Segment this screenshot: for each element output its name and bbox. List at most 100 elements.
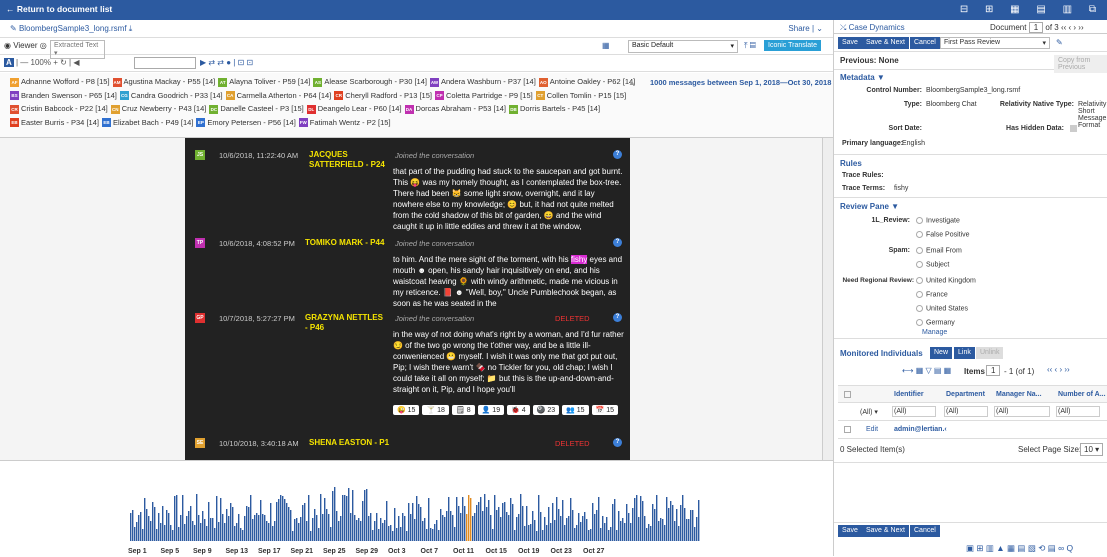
timeline-bar[interactable] [176, 495, 178, 541]
timeline-bar[interactable] [602, 516, 604, 541]
timeline-bar[interactable] [192, 521, 194, 541]
timeline-bar[interactable] [334, 487, 336, 541]
timeline-bar[interactable] [544, 517, 546, 541]
participant-chip[interactable]: AF Adnanne Wofford - P8 [15] [10, 77, 110, 87]
timeline-bar[interactable] [610, 527, 612, 541]
timeline-bar[interactable] [312, 518, 314, 541]
unlink-button[interactable]: Unlink [976, 347, 1004, 359]
timeline-bar[interactable] [132, 510, 134, 541]
timeline-bar[interactable] [522, 506, 524, 541]
return-link[interactable]: ← Return to document list [6, 4, 112, 14]
timeline[interactable]: Sep 1 Sep 5 Sep 9 Sep 13 Sep 17 Sep 21 Sep 25 S… [0, 460, 833, 556]
edit-link[interactable]: Edit [866, 426, 878, 433]
timeline-bar[interactable] [454, 527, 456, 541]
timeline-bar[interactable] [206, 526, 208, 541]
timeline-bar[interactable] [384, 520, 386, 541]
timeline-bar[interactable] [148, 516, 150, 541]
timeline-bar[interactable] [160, 523, 162, 541]
timeline-bar[interactable] [564, 525, 566, 541]
timeline-bar[interactable] [208, 502, 210, 541]
timeline-bar[interactable] [684, 508, 686, 541]
timeline-bar[interactable] [162, 506, 164, 541]
timeline-bar[interactable] [530, 524, 532, 541]
row-checkbox[interactable] [844, 426, 851, 433]
timeline-bar[interactable] [240, 528, 242, 541]
timeline-bar[interactable] [150, 521, 152, 541]
timeline-bar[interactable] [570, 498, 572, 541]
timeline-bar[interactable] [674, 521, 676, 541]
timeline-bar[interactable] [276, 502, 278, 541]
timeline-bar[interactable] [246, 506, 248, 541]
timeline-bar[interactable] [608, 530, 610, 541]
timeline-bar[interactable] [326, 509, 328, 541]
timeline-bar[interactable] [382, 523, 384, 541]
timeline-bar[interactable] [478, 502, 480, 541]
timeline-bar[interactable] [630, 523, 632, 541]
chat-scrollbar[interactable] [822, 138, 833, 460]
timeline-bar[interactable] [690, 510, 692, 541]
timeline-bar[interactable] [494, 495, 496, 541]
timeline-bar[interactable] [182, 495, 184, 541]
zoom-tools[interactable]: A | — 100% + ↻ | ◀ [4, 58, 80, 67]
participant-chip[interactable]: CA Carmella Atherton - P64 [14] [225, 91, 331, 101]
timeline-bar[interactable] [644, 516, 646, 541]
participant-chip[interactable]: DA Dorcas Abraham - P53 [14] [404, 104, 506, 114]
timeline-bar[interactable] [594, 514, 596, 541]
timeline-bar[interactable] [340, 516, 342, 541]
col-number[interactable]: Number of A... [1058, 391, 1106, 398]
timeline-bar[interactable] [440, 509, 442, 541]
timeline-bar[interactable] [200, 523, 202, 541]
participant-chip[interactable]: DB Dorris Bartels - P45 [14] [509, 104, 600, 114]
timeline-bar[interactable] [258, 515, 260, 541]
timeline-bar[interactable] [554, 520, 556, 541]
timeline-bar[interactable] [678, 526, 680, 541]
timeline-bar[interactable] [308, 495, 310, 541]
timeline-bar[interactable] [310, 531, 312, 541]
timeline-bar[interactable] [404, 516, 406, 541]
participant-chip[interactable]: AO Antoine Oakley - P62 [14] [538, 77, 635, 87]
timeline-bar[interactable] [394, 508, 396, 541]
radio-investigate[interactable]: Investigate [916, 217, 960, 224]
timeline-bar[interactable] [296, 518, 298, 541]
timeline-bar[interactable] [344, 495, 346, 541]
timeline-bar[interactable] [560, 516, 562, 541]
timeline-bar[interactable] [540, 512, 542, 541]
timeline-bar[interactable] [266, 521, 268, 541]
timeline-bar[interactable] [500, 517, 502, 541]
timeline-bar[interactable] [250, 495, 252, 541]
timeline-bar[interactable] [566, 518, 568, 541]
timeline-bar[interactable] [584, 512, 586, 541]
participant-chip[interactable]: CN Cruz Newberry - P43 [14] [110, 104, 206, 114]
radio-email[interactable]: Email From [916, 247, 962, 254]
timeline-bar[interactable] [658, 521, 660, 541]
filter-number[interactable]: (All) [1056, 406, 1100, 417]
timeline-bar[interactable] [302, 505, 304, 541]
timeline-bar[interactable] [462, 497, 464, 541]
timeline-bar[interactable] [342, 495, 344, 541]
timeline-bar[interactable] [434, 524, 436, 541]
timeline-bar[interactable] [420, 507, 422, 541]
timeline-bar[interactable] [338, 521, 340, 541]
timeline-bar[interactable] [298, 523, 300, 541]
timeline-bar[interactable] [634, 498, 636, 541]
timeline-bar[interactable] [346, 496, 348, 541]
timeline-bar[interactable] [460, 513, 462, 541]
timeline-bar[interactable] [618, 511, 620, 541]
timeline-bar[interactable] [226, 509, 228, 541]
timeline-bar[interactable] [632, 508, 634, 541]
timeline-bar[interactable] [562, 500, 564, 541]
filter-all[interactable]: (All) ▾ [860, 408, 878, 416]
timeline-bar[interactable] [580, 522, 582, 541]
timeline-bar[interactable] [688, 519, 690, 541]
timeline-bar[interactable] [154, 507, 156, 541]
timeline-bar[interactable] [314, 509, 316, 541]
timeline-bar[interactable] [558, 509, 560, 541]
timeline-bar[interactable] [256, 513, 258, 541]
timeline-bar[interactable] [470, 498, 472, 541]
timeline-bar[interactable] [534, 520, 536, 541]
filter-manager[interactable]: (All) [994, 406, 1050, 417]
timeline-bar[interactable] [376, 513, 378, 541]
document-name[interactable]: ✎ BloombergSample3_long.rsmf ⤓ [10, 24, 132, 34]
check-france[interactable]: France [916, 291, 948, 298]
participant-chip[interactable]: CP Coletta Partridge - P9 [15] [434, 91, 533, 101]
